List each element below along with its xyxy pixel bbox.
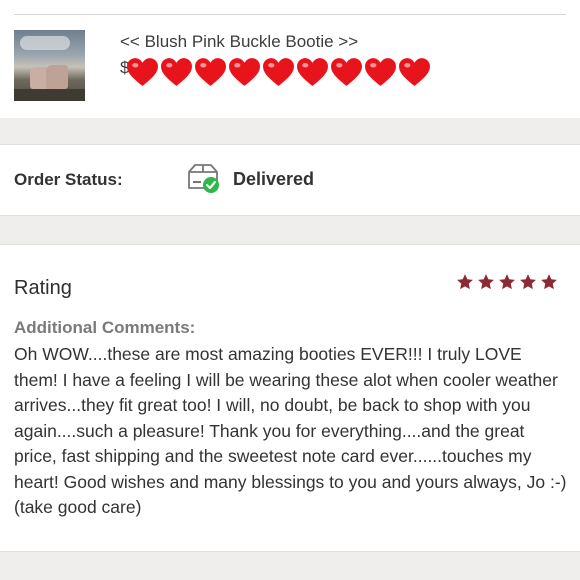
delivered-box-check-icon (188, 164, 219, 193)
order-status-value: Delivered (233, 169, 315, 189)
heart-icon (161, 58, 192, 86)
divider (14, 14, 566, 15)
product-title[interactable]: << Blush Pink Buckle Bootie >> (120, 32, 358, 52)
hearts-overlay (126, 56, 431, 89)
price-row: $ (120, 56, 450, 90)
heart-icon (127, 58, 158, 86)
rating-label: Rating (14, 277, 72, 299)
star-filled-icon (478, 274, 494, 290)
star-filled-icon (520, 274, 536, 290)
heart-icon (297, 58, 328, 86)
heart-icon (263, 58, 294, 86)
heart-icon (229, 58, 260, 86)
order-status-card: Order Status: Delivered (0, 144, 580, 216)
heart-icon (331, 58, 362, 86)
product-thumbnail[interactable] (14, 30, 85, 101)
heart-icon (399, 58, 430, 86)
thumbnail-ground (14, 89, 85, 101)
heart-icon (195, 58, 226, 86)
star-filled-icon (457, 274, 473, 290)
heart-icon (365, 58, 396, 86)
comments-text: Oh WOW....these are most amazing booties… (14, 344, 567, 517)
star-rating (456, 273, 558, 291)
product-card: << Blush Pink Buckle Bootie >> $ (0, 0, 580, 118)
order-status-label: Order Status: (14, 170, 123, 189)
review-card: Rating Additional Comments: Oh WOW....th… (0, 244, 580, 552)
thumbnail-sky (20, 36, 70, 50)
star-filled-icon (541, 274, 557, 290)
comments-label: Additional Comments: (14, 318, 196, 337)
thumbnail-bootie-right (46, 65, 68, 89)
star-filled-icon (499, 274, 515, 290)
